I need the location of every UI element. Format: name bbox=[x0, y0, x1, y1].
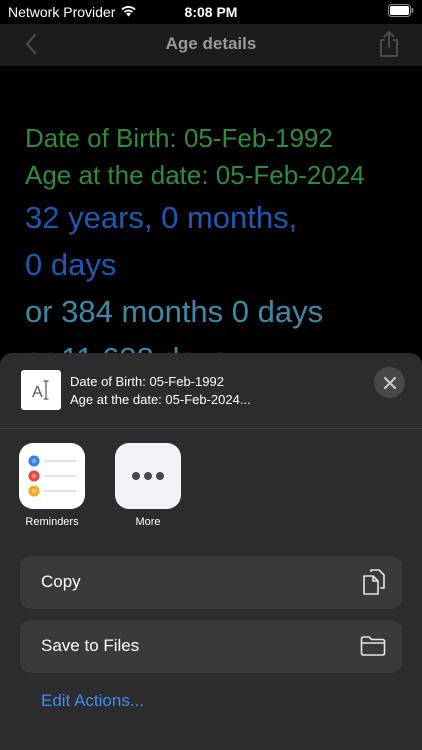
folder-icon bbox=[360, 635, 386, 662]
document-thumbnail: A bbox=[21, 370, 61, 410]
age-days-text: 0 days bbox=[25, 247, 117, 282]
app-reminders[interactable]: Reminders bbox=[19, 443, 85, 528]
nav-bar: Age details bbox=[0, 24, 422, 66]
app-more[interactable]: More bbox=[115, 443, 181, 528]
share-sheet-header: A Date of Birth: 05-Feb-1992 Age at the … bbox=[0, 353, 422, 429]
age-months-text: or 384 months 0 days bbox=[25, 294, 324, 329]
more-icon bbox=[115, 443, 181, 509]
page-title: Age details bbox=[165, 34, 257, 53]
copy-button[interactable]: Copy bbox=[20, 556, 402, 609]
age-details-content: Date of Birth: 05-Feb-1992 Age at the da… bbox=[25, 120, 412, 382]
app-label-more: More bbox=[135, 516, 161, 528]
copy-icon bbox=[362, 568, 386, 601]
battery-icon bbox=[388, 4, 414, 20]
reminders-icon bbox=[19, 443, 85, 509]
share-icon[interactable] bbox=[378, 30, 400, 63]
close-icon bbox=[383, 376, 396, 389]
copy-label: Copy bbox=[41, 572, 81, 591]
document-preview-line-2: Age at the date: 05-Feb-2024... bbox=[70, 392, 251, 407]
screen: Network Provider 8:08 PM Age details Dat… bbox=[0, 0, 422, 750]
document-preview-line-1: Date of Birth: 05-Feb-1992 bbox=[70, 374, 224, 389]
status-bar: Network Provider 8:08 PM bbox=[0, 0, 422, 24]
close-button[interactable] bbox=[374, 367, 405, 398]
save-to-files-button[interactable]: Save to Files bbox=[20, 620, 402, 673]
dob-text: Date of Birth: 05-Feb-1992 bbox=[25, 123, 333, 153]
document-thumbnail-glyph: A bbox=[32, 384, 43, 401]
age-years-text: 32 years, 0 months, bbox=[25, 200, 298, 235]
save-to-files-label: Save to Files bbox=[41, 636, 140, 655]
edit-actions-link[interactable]: Edit Actions... bbox=[41, 691, 144, 711]
share-apps-row: Reminders More bbox=[19, 443, 181, 528]
app-label-reminders: Reminders bbox=[25, 516, 79, 528]
age-at-date-text: Age at the date: 05-Feb-2024 bbox=[25, 160, 365, 190]
share-sheet: A Date of Birth: 05-Feb-1992 Age at the … bbox=[0, 353, 422, 750]
status-time: 8:08 PM bbox=[184, 4, 238, 20]
document-preview-text: Date of Birth: 05-Feb-1992 Age at the da… bbox=[70, 373, 251, 409]
